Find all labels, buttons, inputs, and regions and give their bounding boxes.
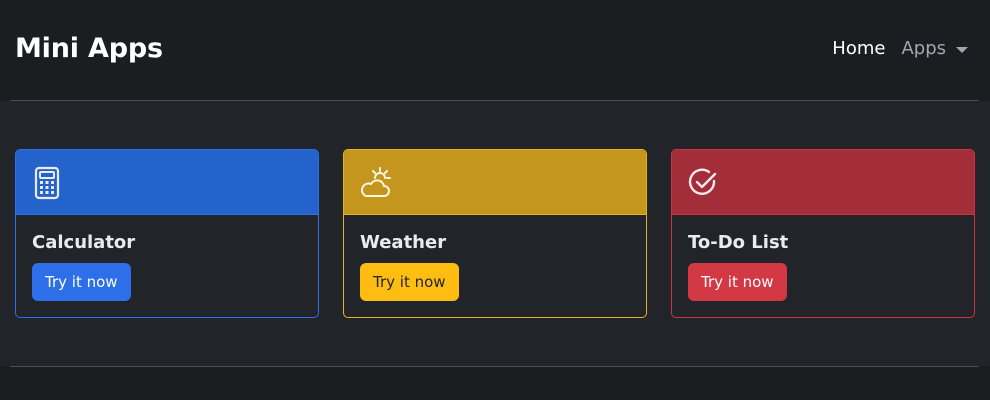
card-weather: Weather Try it now [343, 149, 647, 318]
chevron-down-icon [956, 46, 968, 53]
card-title: To-Do List [688, 232, 789, 253]
calculator-icon [34, 166, 60, 200]
card-title: Weather [360, 232, 447, 253]
try-calculator-button[interactable]: Try it now [32, 263, 131, 301]
brand-title[interactable]: Mini Apps [15, 33, 163, 64]
main-content: Calculator Try it now Weather Try it now [0, 101, 990, 366]
card-calculator: Calculator Try it now [15, 149, 319, 318]
card-header [672, 150, 974, 215]
nav-link-home[interactable]: Home [832, 38, 885, 59]
card-header [16, 150, 318, 215]
check-circle-icon [688, 168, 717, 195]
card-title: Calculator [32, 232, 136, 253]
navbar: Mini Apps Home Apps [0, 0, 990, 100]
card-todo-list: To-Do List Try it now [671, 149, 975, 318]
card-header [344, 150, 646, 215]
cloud-sun-icon [361, 167, 391, 197]
nav-apps-label: Apps [901, 38, 946, 59]
try-weather-button[interactable]: Try it now [360, 263, 459, 301]
nav-links: Home Apps [832, 38, 968, 59]
try-todo-button[interactable]: Try it now [688, 263, 787, 301]
nav-dropdown-apps[interactable]: Apps [901, 38, 968, 59]
divider-bottom [10, 366, 979, 367]
